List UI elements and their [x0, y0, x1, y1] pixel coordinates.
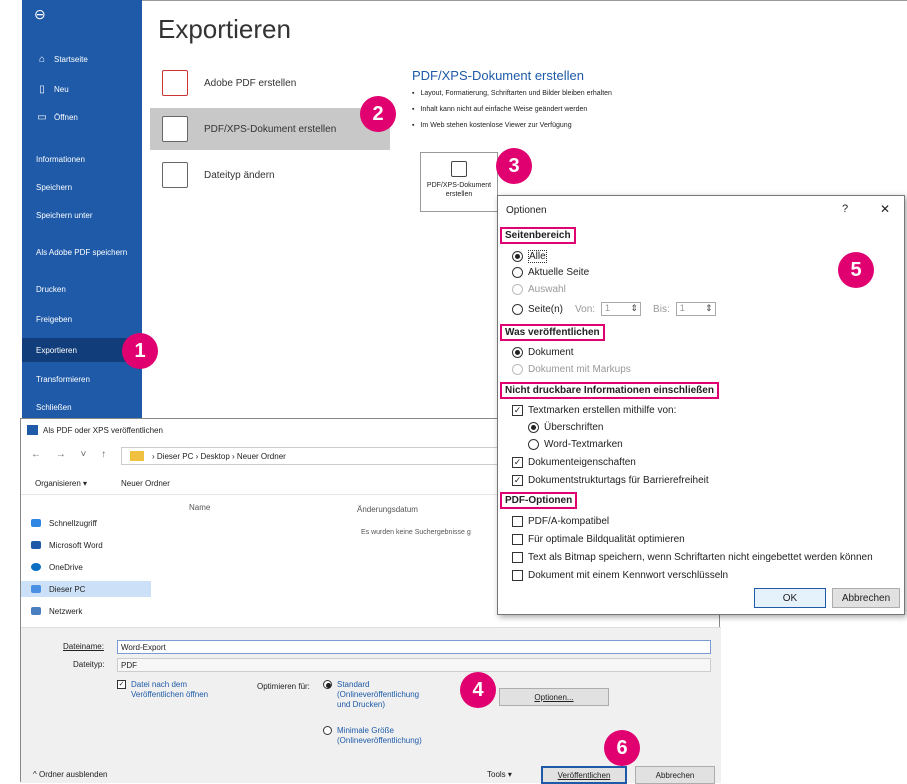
sidebar-item-new[interactable]: ▯ Neu [22, 80, 142, 98]
pdf-xps-heading: PDF/XPS-Dokument erstellen [412, 68, 584, 83]
sidebar-item-transform[interactable]: Transformieren [22, 370, 142, 388]
open-after-publish-checkbox[interactable]: ✓ Datei nach dem Veröffentlichen öffnen [117, 680, 211, 700]
export-item-change-filetype[interactable]: Dateityp ändern [150, 154, 390, 196]
create-pdf-xps-button[interactable]: PDF/XPS-Dokument erstellen [420, 152, 498, 212]
new-document-icon: ▯ [39, 83, 45, 95]
bullet-text: Inhalt kann nicht auf einfache Weise geä… [412, 106, 587, 113]
checkbox-image-quality[interactable]: Für optimale Bildqualität optimieren [512, 534, 685, 545]
checkbox-checked-icon: ✓ [512, 405, 523, 416]
filename-input[interactable]: Word-Export [117, 640, 711, 654]
checkbox-checked-icon: ✓ [512, 457, 523, 468]
word-icon [31, 541, 41, 549]
nav-network[interactable]: Netzwerk [31, 603, 82, 619]
radio-selection[interactable]: Auswahl [512, 284, 566, 295]
network-icon [31, 607, 41, 615]
step-badge-1: 1 [122, 333, 158, 369]
radio-document[interactable]: Dokument [512, 347, 574, 358]
radio-document-markups[interactable]: Dokument mit Markups [512, 364, 631, 375]
organize-button[interactable]: Organisieren ▾ [35, 479, 87, 488]
to-page-spinner[interactable]: 1 [675, 302, 716, 316]
radio-selected-icon [323, 680, 332, 689]
radio-headings[interactable]: Überschriften [528, 422, 603, 433]
radio-word-bookmarks[interactable]: Word-Textmarken [528, 439, 623, 450]
checkbox-document-properties[interactable]: ✓ Dokumenteigenschaften [512, 457, 636, 468]
sidebar-item-share[interactable]: Freigeben [22, 310, 142, 328]
checkbox-checked-icon: ✓ [512, 475, 523, 486]
close-button[interactable]: ✕ [880, 202, 890, 216]
section-page-range: Seitenbereich [500, 227, 576, 244]
optimize-label: Optimieren für: [257, 682, 310, 691]
open-folder-icon: ▭ [37, 111, 47, 123]
sidebar-item-close[interactable]: Schließen [22, 398, 142, 416]
section-nonprinting-info: Nicht druckbare Informationen einschließ… [500, 382, 719, 399]
sidebar-item-save-adobe-pdf[interactable]: Als Adobe PDF speichern [22, 238, 132, 268]
filetype-label: Dateityp: [73, 660, 105, 669]
sidebar-item-info[interactable]: Informationen [22, 150, 142, 168]
options-title: Optionen [506, 205, 547, 216]
bullet-text: Im Web stehen kostenlose Viewer zur Verf… [412, 122, 571, 129]
back-arrow-icon[interactable]: ⊖ [34, 6, 46, 23]
radio-current-page[interactable]: Aktuelle Seite [512, 267, 589, 278]
nav-this-pc[interactable]: Dieser PC [21, 581, 151, 597]
export-item-adobe-pdf[interactable]: Adobe PDF erstellen [150, 62, 390, 104]
checkbox-bookmarks[interactable]: ✓ Textmarken erstellen mithilfe von: [512, 405, 676, 416]
home-icon: ⌂ [38, 53, 46, 65]
hide-folders-toggle[interactable]: ^ Ordner ausblenden [33, 770, 107, 779]
column-header-date[interactable]: Änderungsdatum [357, 505, 418, 514]
step-badge-5: 5 [838, 252, 874, 288]
cancel-button[interactable]: Abbrechen [635, 766, 715, 784]
step-badge-4: 4 [460, 672, 496, 708]
tools-menu[interactable]: Tools ▾ [487, 770, 512, 779]
export-item-pdf-xps[interactable]: PDF/XPS-Dokument erstellen [150, 108, 390, 150]
filetype-select[interactable]: PDF [117, 658, 711, 672]
sidebar-item-print[interactable]: Drucken [22, 280, 142, 298]
nav-microsoft-word[interactable]: Microsoft Word [31, 537, 103, 553]
new-folder-button[interactable]: Neuer Ordner [121, 479, 170, 488]
step-badge-2: 2 [360, 96, 396, 132]
change-filetype-icon [162, 162, 188, 188]
folder-icon [130, 451, 144, 461]
radio-pages[interactable]: Seite(n) Von:1 Bis:1 [512, 302, 716, 316]
optimize-standard-radio[interactable]: Standard (Onlineveröffentlichung und Dru… [323, 680, 419, 710]
optimize-minimal-radio[interactable]: Minimale Größe (Onlineveröffentlichung) [323, 726, 422, 746]
filename-label: Dateiname: [63, 642, 104, 651]
adobe-pdf-icon [162, 70, 188, 96]
help-button[interactable]: ? [842, 203, 848, 215]
nav-onedrive[interactable]: OneDrive [31, 559, 83, 575]
column-header-name[interactable]: Name [189, 503, 210, 512]
pdf-icon [451, 161, 467, 177]
checkbox-structure-tags[interactable]: ✓ Dokumentstrukturtags für Barrierefreihe… [512, 475, 709, 486]
cloud-icon [31, 563, 41, 571]
sidebar-item-save-as[interactable]: Speichern unter [22, 206, 142, 224]
address-bar[interactable]: › Dieser PC › Desktop › Neuer Ordner [121, 447, 501, 465]
section-pdf-options: PDF-Optionen [500, 492, 578, 509]
page-title: Exportieren [158, 14, 291, 44]
step-badge-3: 3 [496, 148, 532, 184]
pdf-document-icon [162, 116, 188, 142]
star-icon [31, 519, 41, 527]
options-cancel-button[interactable]: Abbrechen [832, 588, 900, 608]
sidebar-item-home[interactable]: ⌂ Startseite [22, 50, 142, 68]
checkbox-pdfa[interactable]: PDF/A-kompatibel [512, 516, 609, 527]
nav-arrows-icon[interactable]: ← → ˅ ↑ [31, 449, 112, 460]
computer-icon [31, 585, 41, 593]
checkbox-bitmap-text[interactable]: Text als Bitmap speichern, wenn Schrifta… [512, 552, 873, 563]
radio-all[interactable]: Alle [512, 250, 547, 263]
ok-button[interactable]: OK [754, 588, 826, 608]
step-badge-6: 6 [604, 730, 640, 766]
checkbox-checked-icon: ✓ [117, 680, 126, 689]
bullet-text: Layout, Formatierung, Schriftarten und B… [412, 90, 611, 97]
section-what-to-publish: Was veröffentlichen [500, 324, 605, 341]
sidebar-item-save[interactable]: Speichern [22, 178, 142, 196]
radio-empty-icon [323, 726, 332, 735]
checkbox-encrypt[interactable]: Dokument mit einem Kennwort verschlüssel… [512, 570, 728, 581]
empty-message: Es wurden keine Suchergebnisse g [361, 529, 471, 536]
from-page-spinner[interactable]: 1 [601, 302, 642, 316]
sidebar-item-open[interactable]: ▭ Öffnen [22, 108, 142, 126]
word-icon [27, 425, 38, 435]
publish-button[interactable]: Veröffentlichen [541, 766, 627, 784]
nav-quick-access[interactable]: Schnellzugriff [31, 515, 97, 531]
options-button[interactable]: Optionen... [499, 688, 609, 706]
